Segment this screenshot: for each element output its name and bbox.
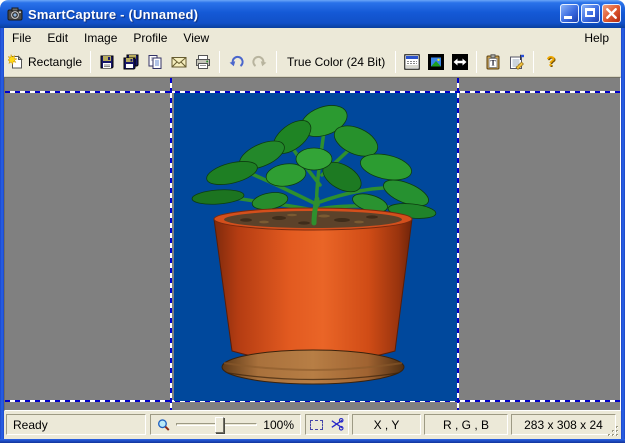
- maximize-button[interactable]: [581, 4, 600, 23]
- close-icon: [603, 5, 620, 22]
- print-button[interactable]: [191, 51, 215, 73]
- toolbar-separator: [533, 51, 534, 73]
- capture-canvas[interactable]: [4, 77, 621, 411]
- menu-file[interactable]: File: [4, 29, 39, 47]
- camera-icon: [7, 6, 23, 22]
- clipboard-icon: T: [485, 54, 501, 70]
- menu-help[interactable]: Help: [576, 29, 617, 47]
- status-text: Ready: [13, 418, 48, 432]
- toolbar-separator: [90, 51, 91, 73]
- email-button[interactable]: [167, 51, 191, 73]
- toolbar-separator: [395, 51, 396, 73]
- zoom-percent: 100%: [263, 418, 294, 432]
- window-title: SmartCapture - (Unnamed): [28, 7, 198, 22]
- zoom-magnifier-icon: [157, 418, 170, 432]
- save-all-button[interactable]: [119, 51, 143, 73]
- zoom-slider-thumb[interactable]: [215, 417, 224, 433]
- help-icon: ?: [542, 53, 559, 70]
- zoom-slider[interactable]: [176, 423, 257, 426]
- redo-icon: [252, 54, 268, 70]
- maximize-icon: [585, 8, 595, 17]
- copy-icon: [147, 54, 163, 70]
- resize-image-button[interactable]: [448, 51, 472, 73]
- save-icon: [99, 54, 115, 70]
- undo-icon: [228, 54, 244, 70]
- pixel-color-panel: R , G , B: [424, 414, 508, 435]
- help-button[interactable]: ?: [538, 50, 563, 73]
- window-border-right: [621, 28, 625, 443]
- scissors-icon[interactable]: [329, 417, 344, 432]
- redo-button[interactable]: [248, 51, 272, 73]
- properties-button[interactable]: [505, 51, 529, 73]
- minimize-button[interactable]: [560, 4, 579, 23]
- cursor-position-panel: X , Y: [352, 414, 421, 435]
- selection-line-left[interactable]: [170, 78, 172, 411]
- xy-label: X , Y: [374, 418, 400, 432]
- toolbar: Rectangle: [4, 47, 621, 77]
- image-size-panel: 283 x 308 x 24: [511, 414, 616, 435]
- menu-edit[interactable]: Edit: [39, 29, 76, 47]
- status-message-panel: Ready: [6, 414, 146, 435]
- clipboard-button[interactable]: T: [481, 51, 505, 73]
- menu-view[interactable]: View: [175, 29, 217, 47]
- toolbar-separator: [219, 51, 220, 73]
- save-button[interactable]: [95, 51, 119, 73]
- title-bar[interactable]: SmartCapture - (Unnamed): [0, 0, 625, 28]
- svg-text:T: T: [491, 58, 497, 67]
- save-all-icon: [123, 54, 139, 70]
- toolbar-separator: [476, 51, 477, 73]
- menu-bar: File Edit Image Profile View Help: [4, 28, 621, 47]
- selection-line-right[interactable]: [457, 78, 459, 411]
- status-bar: Ready 100% X , Y R , G , B: [4, 411, 621, 439]
- zoom-panel: 100%: [150, 414, 301, 435]
- close-button[interactable]: [602, 4, 621, 23]
- image-preview-icon: [428, 54, 444, 70]
- image-size-label: 283 x 308 x 24: [524, 418, 603, 432]
- capture-rectangle-button[interactable]: Rectangle: [4, 51, 86, 73]
- menu-image[interactable]: Image: [76, 29, 125, 47]
- menu-profile[interactable]: Profile: [125, 29, 175, 47]
- selection-tools-panel: [305, 414, 349, 435]
- toolbar-separator: [276, 51, 277, 73]
- properties-icon: [509, 54, 525, 70]
- email-icon: [171, 54, 187, 70]
- minimize-icon: [564, 16, 572, 19]
- resize-grip-icon[interactable]: [606, 424, 620, 438]
- new-capture-icon: [8, 54, 24, 70]
- undo-button[interactable]: [224, 51, 248, 73]
- rgb-label: R , G , B: [443, 418, 489, 432]
- capture-window-button[interactable]: [400, 51, 424, 73]
- image-preview-button[interactable]: [424, 51, 448, 73]
- print-icon: [195, 54, 211, 70]
- capture-profile-label: Rectangle: [28, 55, 82, 69]
- selection-marquee-icon[interactable]: [310, 420, 323, 430]
- color-depth-label: True Color (24 Bit): [281, 55, 391, 69]
- capture-window-icon: [404, 54, 420, 70]
- captured-plant-image: [174, 93, 457, 401]
- copy-button[interactable]: [143, 51, 167, 73]
- window-border-bottom: [0, 439, 625, 443]
- window-border-left: [0, 28, 4, 443]
- smartcapture-window: SmartCapture - (Unnamed) File Edit Image…: [0, 0, 625, 443]
- resize-arrows-icon: [452, 54, 468, 70]
